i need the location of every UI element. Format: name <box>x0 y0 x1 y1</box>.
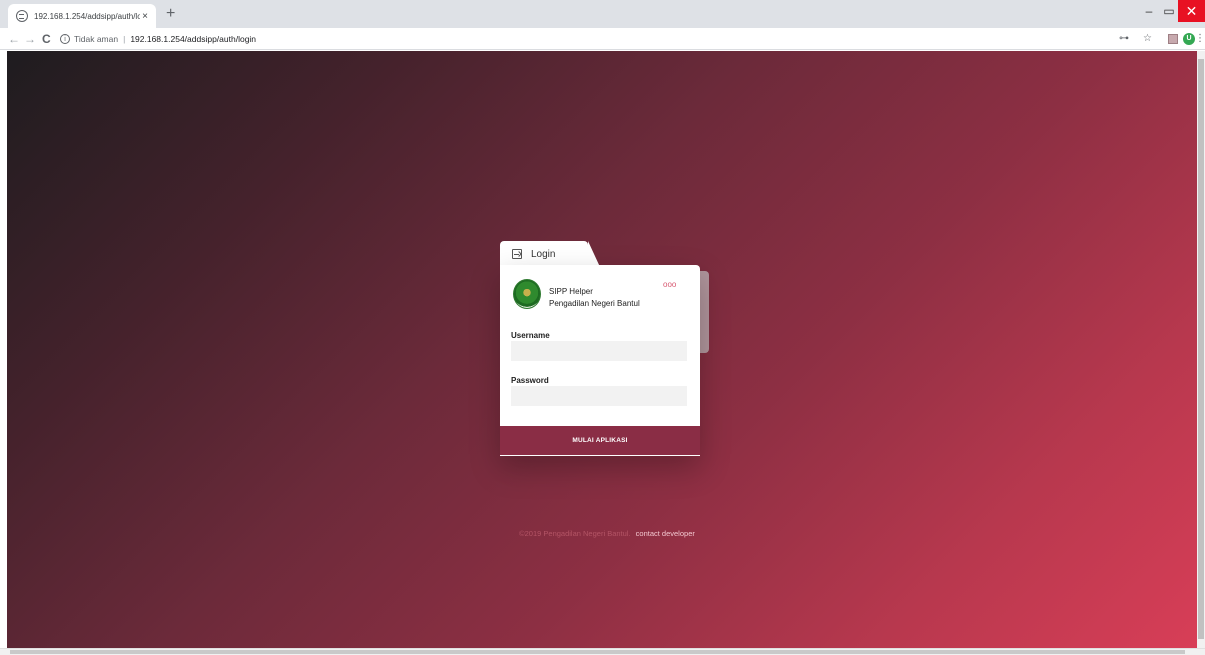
page-footer: ©2019 Pengadilan Negeri Bantul. contact … <box>7 529 1197 538</box>
vertical-scrollbar[interactable] <box>1197 51 1205 648</box>
start-app-button[interactable]: MULAI APLIKASI <box>500 426 700 455</box>
url-separator: | <box>123 34 126 44</box>
more-dots-icon[interactable]: ooo <box>663 280 676 289</box>
login-tab-label: Login <box>531 248 556 260</box>
login-icon <box>512 249 522 259</box>
tab-title: 192.168.1.254/addsipp/auth/logi <box>34 11 141 21</box>
url-text[interactable]: 192.168.1.254/addsipp/auth/login <box>130 34 256 44</box>
login-tab: Login <box>500 241 600 267</box>
close-window-button[interactable]: ✕ <box>1178 0 1205 22</box>
password-label: Password <box>511 376 549 385</box>
horizontal-scrollbar[interactable] <box>0 648 1205 655</box>
username-label: Username <box>511 331 550 340</box>
password-input[interactable] <box>511 386 687 406</box>
copyright-text: ©2019 Pengadilan Negeri Bantul. <box>519 529 631 538</box>
page-viewport: Login ooo SIPP Helper Pengadilan Negeri … <box>7 51 1197 648</box>
browser-tab[interactable]: 192.168.1.254/addsipp/auth/logi × <box>8 4 156 28</box>
new-tab-button[interactable]: + <box>166 4 175 24</box>
extension-icon[interactable] <box>1168 34 1178 44</box>
back-arrow-icon[interactable]: ← <box>8 31 20 47</box>
address-bar[interactable]: i Tidak aman | 192.168.1.254/addsipp/aut… <box>60 30 1080 48</box>
court-logo <box>513 279 541 309</box>
key-icon[interactable]: ⊶ <box>1119 31 1129 47</box>
star-icon[interactable]: ☆ <box>1143 31 1152 47</box>
reload-icon[interactable]: C <box>42 31 51 47</box>
globe-icon <box>16 10 28 22</box>
vertical-scroll-thumb[interactable] <box>1198 59 1204 639</box>
kebab-menu-icon[interactable]: ⋮ <box>1195 31 1205 47</box>
username-input[interactable] <box>511 341 687 361</box>
browser-toolbar: ← → C i Tidak aman | 192.168.1.254/addsi… <box>0 28 1205 50</box>
app-name: SIPP Helper <box>549 287 593 296</box>
profile-avatar[interactable]: U <box>1183 33 1195 45</box>
forward-arrow-icon[interactable]: → <box>24 31 36 47</box>
info-icon[interactable]: i <box>60 34 70 44</box>
contact-developer-link[interactable]: contact developer <box>636 529 695 538</box>
security-label: Tidak aman <box>74 34 119 44</box>
browser-tabstrip: 192.168.1.254/addsipp/auth/logi × + – ▭ … <box>0 0 1205 28</box>
organization-name: Pengadilan Negeri Bantul <box>549 299 640 308</box>
tab-close-icon[interactable]: × <box>142 11 148 22</box>
horizontal-scroll-thumb[interactable] <box>10 650 1185 654</box>
